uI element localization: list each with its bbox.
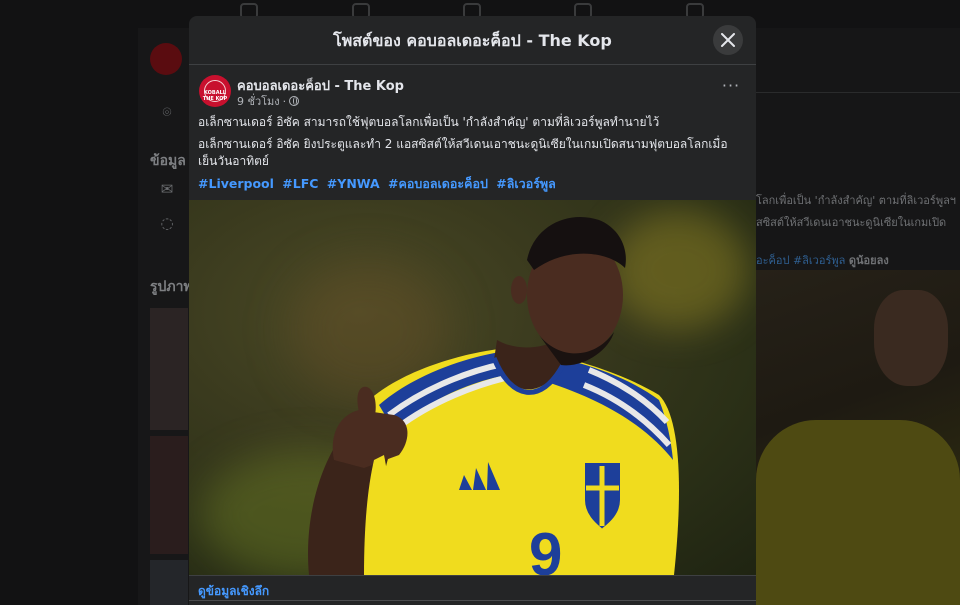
background-post-tags: อะค็อป #ลิเวอร์พูล ดูน้อยลง bbox=[756, 251, 889, 269]
divider bbox=[756, 92, 960, 93]
see-less-link[interactable]: ดูน้อยลง bbox=[849, 254, 889, 267]
meta-separator: · bbox=[282, 94, 287, 108]
post-modal: โพสต์ของ คอบอลเดอะค็อป - The Kop KOBALL … bbox=[189, 16, 756, 605]
modal-header: โพสต์ของ คอบอลเดอะค็อป - The Kop bbox=[189, 16, 756, 65]
hashtag-link[interactable]: #คอบอลเดอะค็อป bbox=[388, 176, 488, 191]
ear bbox=[511, 276, 527, 304]
post-text-line: อเล็กซานเดอร์ อิซัค สามารถใช้ฟุตบอลโลกเพ… bbox=[198, 115, 660, 129]
more-options-button[interactable]: ··· bbox=[719, 78, 743, 96]
avatar-logo-text: KOBALL THE KOP bbox=[202, 90, 228, 102]
hashtag-link[interactable]: #YNWA bbox=[327, 176, 380, 191]
info-heading: ข้อมูล bbox=[150, 153, 186, 169]
modal-title: โพสต์ของ คอบอลเดอะค็อป - The Kop bbox=[333, 31, 612, 50]
background-player-head bbox=[874, 290, 948, 386]
background-post-photo bbox=[756, 270, 960, 605]
background-post-text: สซิสต์ให้สวีเดนเอาชนะดูนิเซียในเกมเปิด bbox=[756, 216, 947, 229]
hashtag-link[interactable]: #LFC bbox=[282, 176, 318, 191]
mail-icon: ✉ bbox=[160, 180, 174, 198]
hashtag-link[interactable]: #ลิเวอร์พูล bbox=[496, 176, 556, 191]
photo-thumbnail[interactable] bbox=[150, 560, 188, 605]
photo-thumbnail[interactable] bbox=[150, 308, 188, 430]
photo-thumbnail[interactable] bbox=[150, 436, 188, 554]
player-illustration: 9 bbox=[308, 216, 679, 575]
location-icon: ⌾ bbox=[162, 103, 172, 121]
divider bbox=[189, 600, 756, 601]
globe-icon[interactable] bbox=[289, 96, 300, 106]
close-button[interactable] bbox=[713, 25, 743, 55]
post-meta: 9 ชั่วโมง · bbox=[237, 92, 300, 110]
hashtag-list: #Liverpool #LFC #YNWA #คอบอลเดอะค็อป #ลิ… bbox=[198, 174, 560, 194]
hashtag-link[interactable]: #Liverpool bbox=[198, 176, 274, 191]
photos-heading: รูปภาพ bbox=[150, 279, 193, 295]
background-player-shirt bbox=[756, 420, 960, 605]
photo-footer: ดูข้อมูลเชิงลึก bbox=[189, 575, 756, 605]
close-icon bbox=[721, 33, 735, 47]
post-text-paragraph: อเล็กซานเดอร์ อิซัค ยิงประตูและทำ 2 แอสซ… bbox=[198, 137, 728, 168]
background-post-text: โลกเพื่อเป็น 'กำลังสำคัญ' ตามที่ลิเวอร์พ… bbox=[756, 194, 956, 207]
background-tags[interactable]: อะค็อป #ลิเวอร์พูล bbox=[756, 254, 845, 267]
thumb bbox=[357, 386, 376, 415]
post-time[interactable]: 9 ชั่วโมง bbox=[237, 92, 280, 110]
see-insights-link[interactable]: ดูข้อมูลเชิงลึก bbox=[198, 582, 269, 601]
post-photo[interactable]: 9 bbox=[189, 200, 756, 575]
messenger-icon: ◌ bbox=[160, 214, 174, 232]
page-avatar[interactable]: KOBALL THE KOP bbox=[199, 75, 231, 107]
jersey-number: 9 bbox=[529, 521, 562, 575]
page-avatar-background bbox=[150, 43, 182, 75]
